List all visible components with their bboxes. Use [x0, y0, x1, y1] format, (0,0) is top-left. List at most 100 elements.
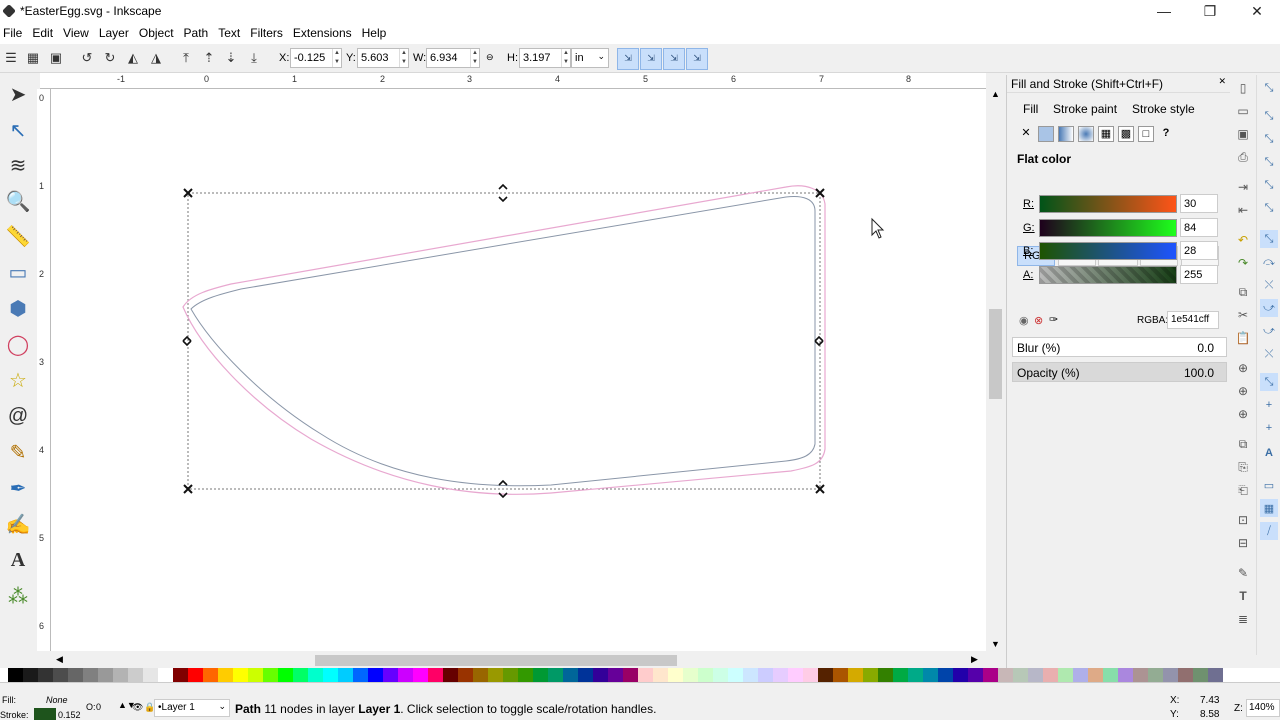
zoom-selection-icon[interactable]: ⊕: [1234, 359, 1252, 377]
h-input[interactable]: 3.197 ▲ ▼: [519, 48, 571, 68]
layers-icon[interactable]: ≣: [1234, 610, 1252, 628]
palette-swatch[interactable]: [398, 668, 413, 682]
stroke-width-value[interactable]: 0.152: [58, 710, 81, 720]
snap-paths-icon[interactable]: ⤼: [1260, 253, 1278, 271]
horizontal-scrollbar[interactable]: ◀ ▶: [51, 653, 1001, 668]
h-spin-arrows-icon[interactable]: ▲ ▼: [561, 49, 570, 67]
snap-text-baseline-icon[interactable]: +: [1260, 419, 1278, 437]
copy-icon[interactable]: ⧉: [1234, 283, 1252, 301]
fill-value[interactable]: None: [46, 695, 68, 705]
spray-tool-icon[interactable]: ⁂: [3, 581, 33, 611]
vertical-scrollbar[interactable]: ▲ ▼: [988, 89, 1003, 651]
y-spin-arrows-icon[interactable]: ▲ ▼: [399, 49, 408, 67]
w-input[interactable]: 6.934 ▲ ▼: [426, 48, 480, 68]
palette-swatch[interactable]: [488, 668, 503, 682]
snap-midpoints-icon[interactable]: ⤬: [1260, 345, 1278, 363]
pen-tool-icon[interactable]: ✒: [3, 473, 33, 503]
palette-swatch[interactable]: [1148, 668, 1163, 682]
color-palette[interactable]: [0, 668, 1280, 682]
snap-rotation-centers-icon[interactable]: +: [1260, 396, 1278, 414]
x-spin-arrows-icon[interactable]: ▲ ▼: [332, 49, 341, 67]
calligraphy-tool-icon[interactable]: ✍: [3, 509, 33, 539]
menu-text[interactable]: Text: [218, 26, 240, 40]
palette-swatch[interactable]: [293, 668, 308, 682]
export-icon[interactable]: ⇤: [1234, 201, 1252, 219]
palette-swatch[interactable]: [758, 668, 773, 682]
raise-to-top-icon[interactable]: ⤒: [177, 49, 195, 67]
scale-corners-toggle[interactable]: ⇲: [640, 48, 662, 70]
alpha-slider[interactable]: [1039, 266, 1177, 284]
palette-swatch[interactable]: [1073, 668, 1088, 682]
palette-swatch[interactable]: [818, 668, 833, 682]
x-input[interactable]: -0.125 ▲ ▼: [290, 48, 342, 68]
palette-swatch[interactable]: [8, 668, 23, 682]
mesh-gradient-icon[interactable]: ▦: [1098, 126, 1114, 142]
snap-smooth-nodes-icon[interactable]: ⤻: [1260, 322, 1278, 340]
palette-swatch[interactable]: [1118, 668, 1133, 682]
palette-swatch[interactable]: [848, 668, 863, 682]
dialog-close-icon[interactable]: ✕: [1218, 76, 1226, 87]
zoom-page-icon[interactable]: ⊕: [1234, 405, 1252, 423]
palette-swatch[interactable]: [233, 668, 248, 682]
import-icon[interactable]: ⇥: [1234, 178, 1252, 196]
3d-box-tool-icon[interactable]: ⬢: [3, 293, 33, 323]
color-picker-icon[interactable]: ✑: [1049, 313, 1058, 326]
drawing-canvas[interactable]: [51, 89, 986, 651]
palette-swatch[interactable]: [608, 668, 623, 682]
palette-swatch[interactable]: [1193, 668, 1208, 682]
close-button[interactable]: ✕: [1234, 0, 1280, 22]
palette-swatch[interactable]: [98, 668, 113, 682]
lock-icon[interactable]: ⊖: [486, 52, 494, 63]
unset-paint-icon[interactable]: ?: [1158, 126, 1174, 142]
palette-swatch[interactable]: [593, 668, 608, 682]
menu-filters[interactable]: Filters: [250, 26, 283, 40]
cut-icon[interactable]: ✂: [1234, 306, 1252, 324]
selector-tool-icon[interactable]: ➤: [3, 79, 33, 109]
pencil-tool-icon[interactable]: ✎: [3, 437, 33, 467]
palette-swatch[interactable]: [263, 668, 278, 682]
linear-gradient-icon[interactable]: [1058, 126, 1074, 142]
transform-patterns-toggle[interactable]: ⇲: [686, 48, 708, 70]
palette-swatch[interactable]: [128, 668, 143, 682]
transform-gradients-toggle[interactable]: ⇲: [663, 48, 685, 70]
palette-swatch[interactable]: [533, 668, 548, 682]
opacity-slider[interactable]: Opacity (%) 100.0: [1012, 362, 1227, 382]
palette-swatch[interactable]: [1013, 668, 1028, 682]
palette-swatch[interactable]: [668, 668, 683, 682]
snap-text-icon[interactable]: A: [1260, 444, 1278, 462]
red-value[interactable]: 30: [1180, 194, 1218, 213]
radial-gradient-icon[interactable]: [1078, 126, 1094, 142]
blur-slider[interactable]: Blur (%) 0.0: [1012, 337, 1227, 357]
tweak-tool-icon[interactable]: ≋: [3, 150, 33, 180]
paste-icon[interactable]: 📋: [1234, 329, 1252, 347]
palette-swatch[interactable]: [698, 668, 713, 682]
xml-editor-icon[interactable]: ✎: [1234, 564, 1252, 582]
palette-swatch[interactable]: [143, 668, 158, 682]
y-input[interactable]: 5.603 ▲ ▼: [357, 48, 409, 68]
ellipse-tool-icon[interactable]: ◯: [3, 329, 33, 359]
palette-swatch[interactable]: [518, 668, 533, 682]
flat-color-icon[interactable]: [1038, 126, 1054, 142]
palette-swatch[interactable]: [728, 668, 743, 682]
blue-value[interactable]: 28: [1180, 241, 1218, 260]
palette-swatch[interactable]: [863, 668, 878, 682]
stroke-color-swatch[interactable]: [34, 708, 56, 720]
spiral-tool-icon[interactable]: @: [3, 401, 33, 431]
undo-icon[interactable]: ↶: [1234, 231, 1252, 249]
menu-edit[interactable]: Edit: [32, 26, 53, 40]
palette-swatch[interactable]: [503, 668, 518, 682]
palette-swatch[interactable]: [713, 668, 728, 682]
snap-cusp-nodes-icon[interactable]: ⤻: [1260, 299, 1278, 317]
palette-swatch[interactable]: [893, 668, 908, 682]
palette-swatch[interactable]: [1043, 668, 1058, 682]
text-font-icon[interactable]: T: [1234, 587, 1252, 605]
palette-swatch[interactable]: [83, 668, 98, 682]
w-spin-arrows-icon[interactable]: ▲ ▼: [470, 49, 479, 67]
tab-fill[interactable]: Fill: [1023, 102, 1038, 116]
palette-swatch[interactable]: [1103, 668, 1118, 682]
unlink-clone-icon[interactable]: ⎗: [1234, 481, 1252, 499]
flip-vertical-icon[interactable]: ◮: [147, 49, 165, 67]
red-slider[interactable]: [1039, 195, 1177, 213]
layer-select[interactable]: •Layer 1 ⌄: [154, 699, 230, 717]
vertical-scroll-thumb[interactable]: [989, 309, 1002, 399]
